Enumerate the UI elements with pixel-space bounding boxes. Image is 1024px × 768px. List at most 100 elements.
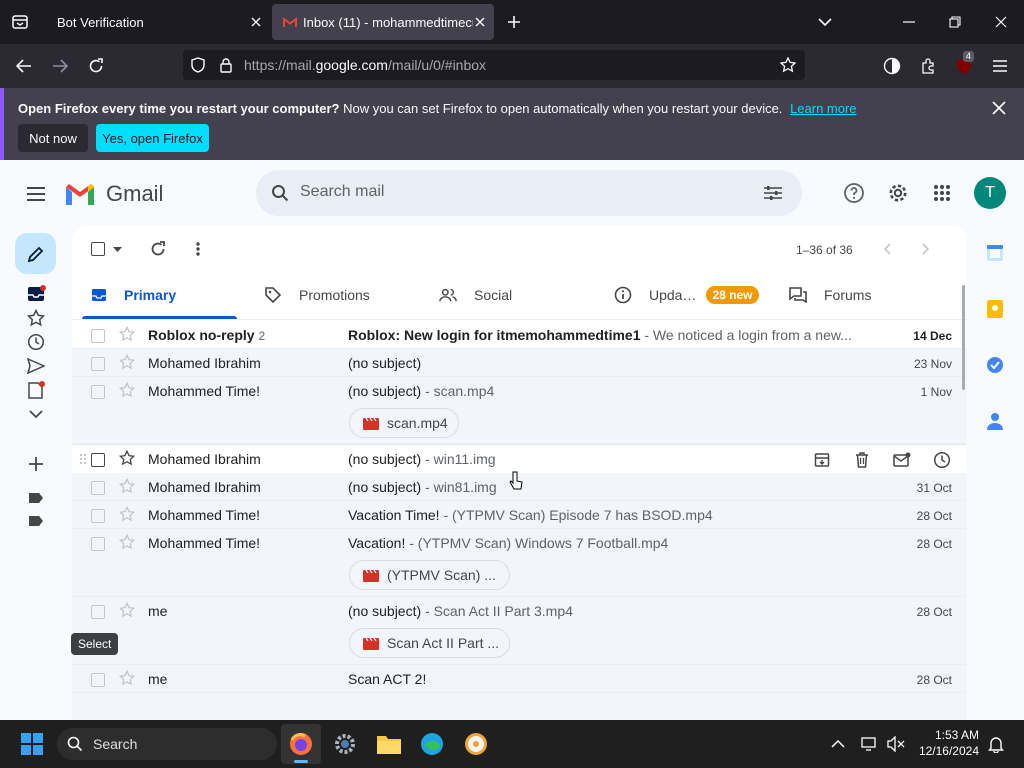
back-icon[interactable] <box>14 56 34 76</box>
taskbar-app-edge[interactable] <box>420 732 444 756</box>
tab-inbox[interactable]: Inbox (11) - mohammedtimecu <box>272 4 494 40</box>
calendar-icon[interactable] <box>984 242 1006 264</box>
star-icon[interactable] <box>119 602 135 618</box>
email-row[interactable]: Mohammed Time! (no subject) - scan.mp4 1… <box>72 377 967 445</box>
tab-promotions[interactable]: Promotions <box>264 271 434 319</box>
star-icon[interactable] <box>119 326 135 342</box>
search-icon[interactable] <box>270 183 290 203</box>
select-all-checkbox[interactable] <box>91 242 105 256</box>
star-icon[interactable] <box>119 478 135 494</box>
star-icon[interactable] <box>119 382 135 398</box>
snoozed-icon[interactable] <box>25 331 47 353</box>
chevron-down-icon[interactable] <box>815 12 835 32</box>
add-label-icon[interactable] <box>25 453 47 475</box>
taskbar-app-file-explorer[interactable] <box>376 732 402 756</box>
keep-icon[interactable] <box>984 298 1006 320</box>
email-row[interactable]: Mohammed Time! Vacation! - (YTPMV Scan) … <box>72 529 967 597</box>
not-now-button[interactable]: Not now <box>18 124 88 152</box>
start-icon[interactable] <box>20 732 44 756</box>
email-row[interactable]: me Scan ACT 2! 28 Oct <box>72 665 967 693</box>
settings-gear-icon[interactable] <box>887 182 909 204</box>
tab-primary[interactable]: Primary <box>72 271 237 319</box>
tab-list-icon[interactable] <box>10 12 30 32</box>
main-menu-icon[interactable] <box>24 182 48 206</box>
star-icon[interactable] <box>119 450 135 466</box>
bookmark-star-icon[interactable] <box>779 56 797 74</box>
chevron-up-icon[interactable] <box>830 736 846 752</box>
snooze-icon[interactable] <box>933 451 951 469</box>
close-tab-icon[interactable] <box>472 14 488 30</box>
firefox-sync-icon[interactable] <box>882 56 902 76</box>
email-row[interactable]: Mohamed Ibrahim (no subject) 23 Nov <box>72 349 967 377</box>
refresh-icon[interactable] <box>149 240 167 258</box>
volume-muted-icon[interactable] <box>886 734 906 754</box>
row-checkbox[interactable] <box>91 537 105 551</box>
row-checkbox[interactable] <box>91 357 105 371</box>
close-tab-icon[interactable] <box>248 14 264 30</box>
star-icon[interactable] <box>119 506 135 522</box>
more-options-icon[interactable] <box>189 240 207 258</box>
hamburger-menu-icon[interactable] <box>990 56 1010 76</box>
row-checkbox[interactable] <box>91 329 105 343</box>
starred-icon[interactable] <box>25 307 47 329</box>
row-checkbox[interactable] <box>91 481 105 495</box>
email-row[interactable]: Mohammed Time! Vacation Time! - (YTPMV S… <box>72 501 967 529</box>
mark-unread-icon[interactable] <box>893 451 911 469</box>
url-bar[interactable]: https://mail.google.com/mail/u/0/#inbox <box>183 50 805 80</box>
minimize-icon[interactable] <box>899 12 919 32</box>
row-checkbox[interactable] <box>91 605 105 619</box>
taskbar-app-firefox[interactable] <box>281 724 321 764</box>
taskbar-clock[interactable]: 1:53 AM 12/16/2024 <box>915 727 979 759</box>
tab-updates[interactable]: Upda… 28 new <box>614 271 784 319</box>
email-row[interactable] <box>72 693 967 720</box>
sent-icon[interactable] <box>25 355 47 377</box>
select-dropdown-icon[interactable] <box>112 245 122 253</box>
attachment-chip[interactable]: Scan Act II Part ... <box>349 628 510 658</box>
taskbar-search-box[interactable]: Search <box>57 728 277 760</box>
row-checkbox[interactable] <box>91 385 105 399</box>
extensions-icon[interactable] <box>918 56 938 76</box>
lock-icon[interactable] <box>217 56 235 74</box>
delete-icon[interactable] <box>853 451 871 469</box>
drafts-icon[interactable] <box>25 379 47 401</box>
search-input[interactable]: Search mail <box>300 183 384 201</box>
reload-icon[interactable] <box>86 56 106 76</box>
close-window-icon[interactable] <box>991 12 1011 32</box>
contacts-icon[interactable] <box>984 410 1006 432</box>
email-row[interactable]: Roblox no-reply 2 Roblox: New login for … <box>72 321 967 349</box>
search-options-icon[interactable] <box>763 183 783 203</box>
yes-open-firefox-button[interactable]: Yes, open Firefox <box>96 124 209 152</box>
star-icon[interactable] <box>119 534 135 550</box>
new-tab-icon[interactable] <box>504 12 524 32</box>
email-row[interactable]: Mohamed Ibrahim (no subject) - win11.img <box>72 445 967 473</box>
network-icon[interactable] <box>860 734 880 754</box>
drag-handle-icon[interactable] <box>78 453 88 465</box>
restore-icon[interactable] <box>945 12 965 32</box>
attachment-chip[interactable]: scan.mp4 <box>349 408 459 438</box>
more-chevron-icon[interactable] <box>25 403 47 425</box>
label-icon[interactable] <box>25 510 47 532</box>
archive-icon[interactable] <box>813 451 831 469</box>
star-icon[interactable] <box>119 670 135 686</box>
shield-icon[interactable] <box>189 56 207 74</box>
label-icon[interactable] <box>25 487 47 509</box>
inbox-icon[interactable] <box>25 283 47 305</box>
tab-social[interactable]: Social <box>439 271 609 319</box>
compose-button[interactable] <box>15 233 56 274</box>
taskbar-app-settings[interactable] <box>333 732 357 756</box>
tab-forums[interactable]: Forums <box>789 271 959 319</box>
email-row[interactable]: me (no subject) - Scan Act II Part 3.mp4… <box>72 597 967 665</box>
apps-grid-icon[interactable] <box>931 182 953 204</box>
help-icon[interactable] <box>843 182 865 204</box>
row-checkbox[interactable] <box>91 673 105 687</box>
gmail-logo-icon[interactable] <box>64 181 96 207</box>
row-checkbox[interactable] <box>91 453 105 467</box>
tasks-icon[interactable] <box>984 354 1006 376</box>
learn-more-link[interactable]: Learn more <box>790 101 856 116</box>
close-notification-icon[interactable] <box>989 98 1009 118</box>
attachment-chip[interactable]: (YTPMV Scan) ... <box>349 560 510 590</box>
notification-bell-icon[interactable] <box>986 734 1006 754</box>
tab-bot-verification[interactable]: Bot Verification <box>42 4 270 40</box>
taskbar-app-cd[interactable] <box>464 732 488 756</box>
search-bar[interactable]: Search mail <box>256 170 802 216</box>
